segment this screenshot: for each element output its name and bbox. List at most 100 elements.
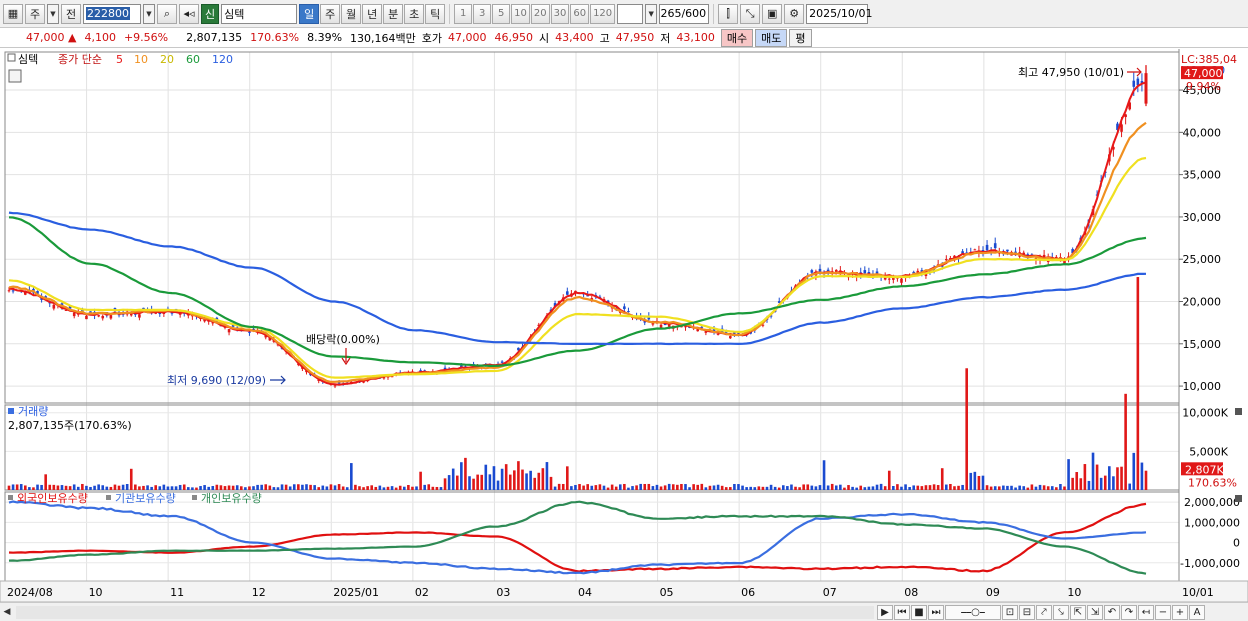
count-input[interactable]: 265/600 [659, 3, 710, 24]
volume-bar [407, 484, 410, 490]
stop-icon[interactable]: ■ [911, 604, 927, 620]
count-total: /600 [681, 7, 707, 20]
chevron-down-icon[interactable]: ▼ [47, 3, 59, 24]
interval-tab-30[interactable]: 30 [550, 3, 570, 24]
tool-b-icon[interactable]: ⊟ [1019, 604, 1035, 620]
zoom-in-icon[interactable]: + [1172, 604, 1188, 620]
period-tab-3[interactable]: 년 [362, 3, 383, 24]
volume-bar [749, 486, 752, 490]
volume-bar [170, 486, 174, 490]
volume-bar [574, 484, 577, 490]
divider [449, 3, 451, 24]
code-input[interactable]: 222800 [83, 3, 141, 24]
date-input[interactable]: 2025/10/01 [806, 3, 873, 24]
forward-icon[interactable]: ⏭ [928, 604, 944, 620]
candle-body [716, 333, 720, 335]
volume-bar [887, 470, 891, 490]
interval-tabs: 1 3 5 10 20 30 60 120 [454, 3, 616, 24]
turnover-rate: 8.39% [307, 31, 343, 44]
volume-bar [606, 487, 610, 490]
zoom-slider[interactable]: ⎯⎯○⎯ [945, 604, 1001, 620]
volume-bar [280, 484, 284, 490]
volume-bar [949, 483, 952, 490]
save-icon[interactable]: ▣ [762, 3, 783, 24]
volume-bar [288, 486, 292, 490]
volume-bar [655, 484, 659, 490]
volume-bar [892, 486, 895, 490]
volume-bar [117, 485, 121, 490]
auto-scale-icon[interactable]: A [1189, 604, 1205, 620]
stock-name-field[interactable]: 심텍 [221, 3, 298, 24]
volume-bar [138, 486, 141, 490]
volume-bar [423, 484, 426, 490]
date-value: 2025/10/01 [809, 7, 873, 20]
volume-bar [1067, 459, 1070, 490]
tool-f-icon[interactable]: ⇲ [1087, 604, 1103, 620]
sell-button[interactable]: 매도 [755, 28, 788, 47]
interval-tab-1[interactable]: 1 [454, 3, 473, 24]
volume-bar [847, 485, 850, 490]
open-label: 시 [539, 31, 550, 45]
x-tick-label: 02 [415, 586, 429, 599]
mode-button[interactable]: 전 [61, 3, 81, 24]
interval-tab-10[interactable]: 10 [511, 3, 530, 24]
tool-g-icon[interactable]: ↶ [1104, 604, 1120, 620]
volume-bar [174, 486, 178, 490]
rewind-icon[interactable]: ⏮ [894, 604, 910, 620]
play-icon[interactable]: ▶ [877, 604, 893, 620]
period-tab-1[interactable]: 주 [320, 3, 341, 24]
chevron-down-icon[interactable]: ▼ [143, 3, 155, 24]
volume-bar [936, 485, 940, 490]
draw-tool-icon[interactable]: ⤡ [740, 3, 761, 24]
open-price: 43,400 [555, 31, 594, 44]
candle-body [887, 278, 891, 280]
chart-menu-icon[interactable]: ▦ [3, 3, 23, 24]
volume-bar [447, 475, 451, 490]
candle-type-icon[interactable]: ⫿ [718, 3, 739, 24]
gear-icon[interactable]: ⚙ [784, 3, 805, 24]
scroll-left-icon[interactable]: ◀ [0, 605, 14, 620]
tool-d-icon[interactable]: ⤥ [1053, 604, 1069, 620]
interval-tab-120[interactable]: 120 [590, 3, 616, 24]
bid-price: 46,950 [494, 31, 534, 44]
interval-tab-3[interactable]: 3 [473, 3, 492, 24]
period-tab-6[interactable]: 틱 [425, 3, 446, 24]
stock-chart[interactable]: 2024/08 10 11 12 2025/01 02 03 04 05 06 07 08 09 10 10… [0, 49, 1248, 603]
chart-scrollbar[interactable]: ◀ ▶ ⏮ ■ ⏭ ⎯⎯○⎯ ⊡ ⊟ ⤤ ⤥ ⇱ ⇲ ↶ ↷ ↤ − + A [0, 602, 1248, 621]
candle-body [11, 290, 15, 292]
interval-tab-20[interactable]: 20 [530, 3, 550, 24]
period-tab-5[interactable]: 초 [404, 3, 425, 24]
volume-bar [924, 485, 928, 490]
volume-bar [337, 484, 341, 490]
tool-a-icon[interactable]: ⊡ [1002, 604, 1018, 620]
tool-e-icon[interactable]: ⇱ [1070, 604, 1086, 620]
volume-bar [480, 474, 484, 490]
tool-h-icon[interactable]: ↷ [1121, 604, 1137, 620]
chart-area[interactable]: 2024/08 10 11 12 2025/01 02 03 04 05 06 07 08 09 10 10… [0, 49, 1248, 603]
period-tab-2[interactable]: 월 [341, 3, 362, 24]
volume-bar [464, 457, 467, 490]
speaker-icon[interactable]: ◂◃ [179, 3, 199, 24]
chevron-down-icon[interactable]: ▼ [645, 3, 658, 24]
market-select[interactable]: 주 [25, 3, 45, 24]
volume-bar [411, 486, 414, 490]
interval-tab-5[interactable]: 5 [492, 3, 511, 24]
zoom-out-icon[interactable]: − [1155, 604, 1171, 620]
move-left-icon[interactable]: ↤ [1138, 604, 1154, 620]
interval-tab-60[interactable]: 60 [570, 3, 590, 24]
eval-button[interactable]: 평 [789, 28, 812, 47]
interval-custom-field[interactable] [617, 3, 644, 24]
volume-bar [105, 486, 109, 490]
volume-bar [350, 463, 353, 490]
price-change: 4,100 [84, 31, 116, 44]
volume-bar [708, 485, 712, 490]
volume-bar [362, 487, 365, 490]
period-tab-0[interactable]: 일 [299, 3, 320, 24]
period-tab-4[interactable]: 분 [383, 3, 404, 24]
volume-bar [28, 487, 31, 490]
volume-bar [908, 487, 911, 490]
tool-c-icon[interactable]: ⤤ [1036, 604, 1052, 620]
buy-button[interactable]: 매수 [720, 28, 754, 47]
scroll-track[interactable] [16, 605, 874, 619]
search-icon[interactable]: ⌕ [157, 3, 177, 24]
